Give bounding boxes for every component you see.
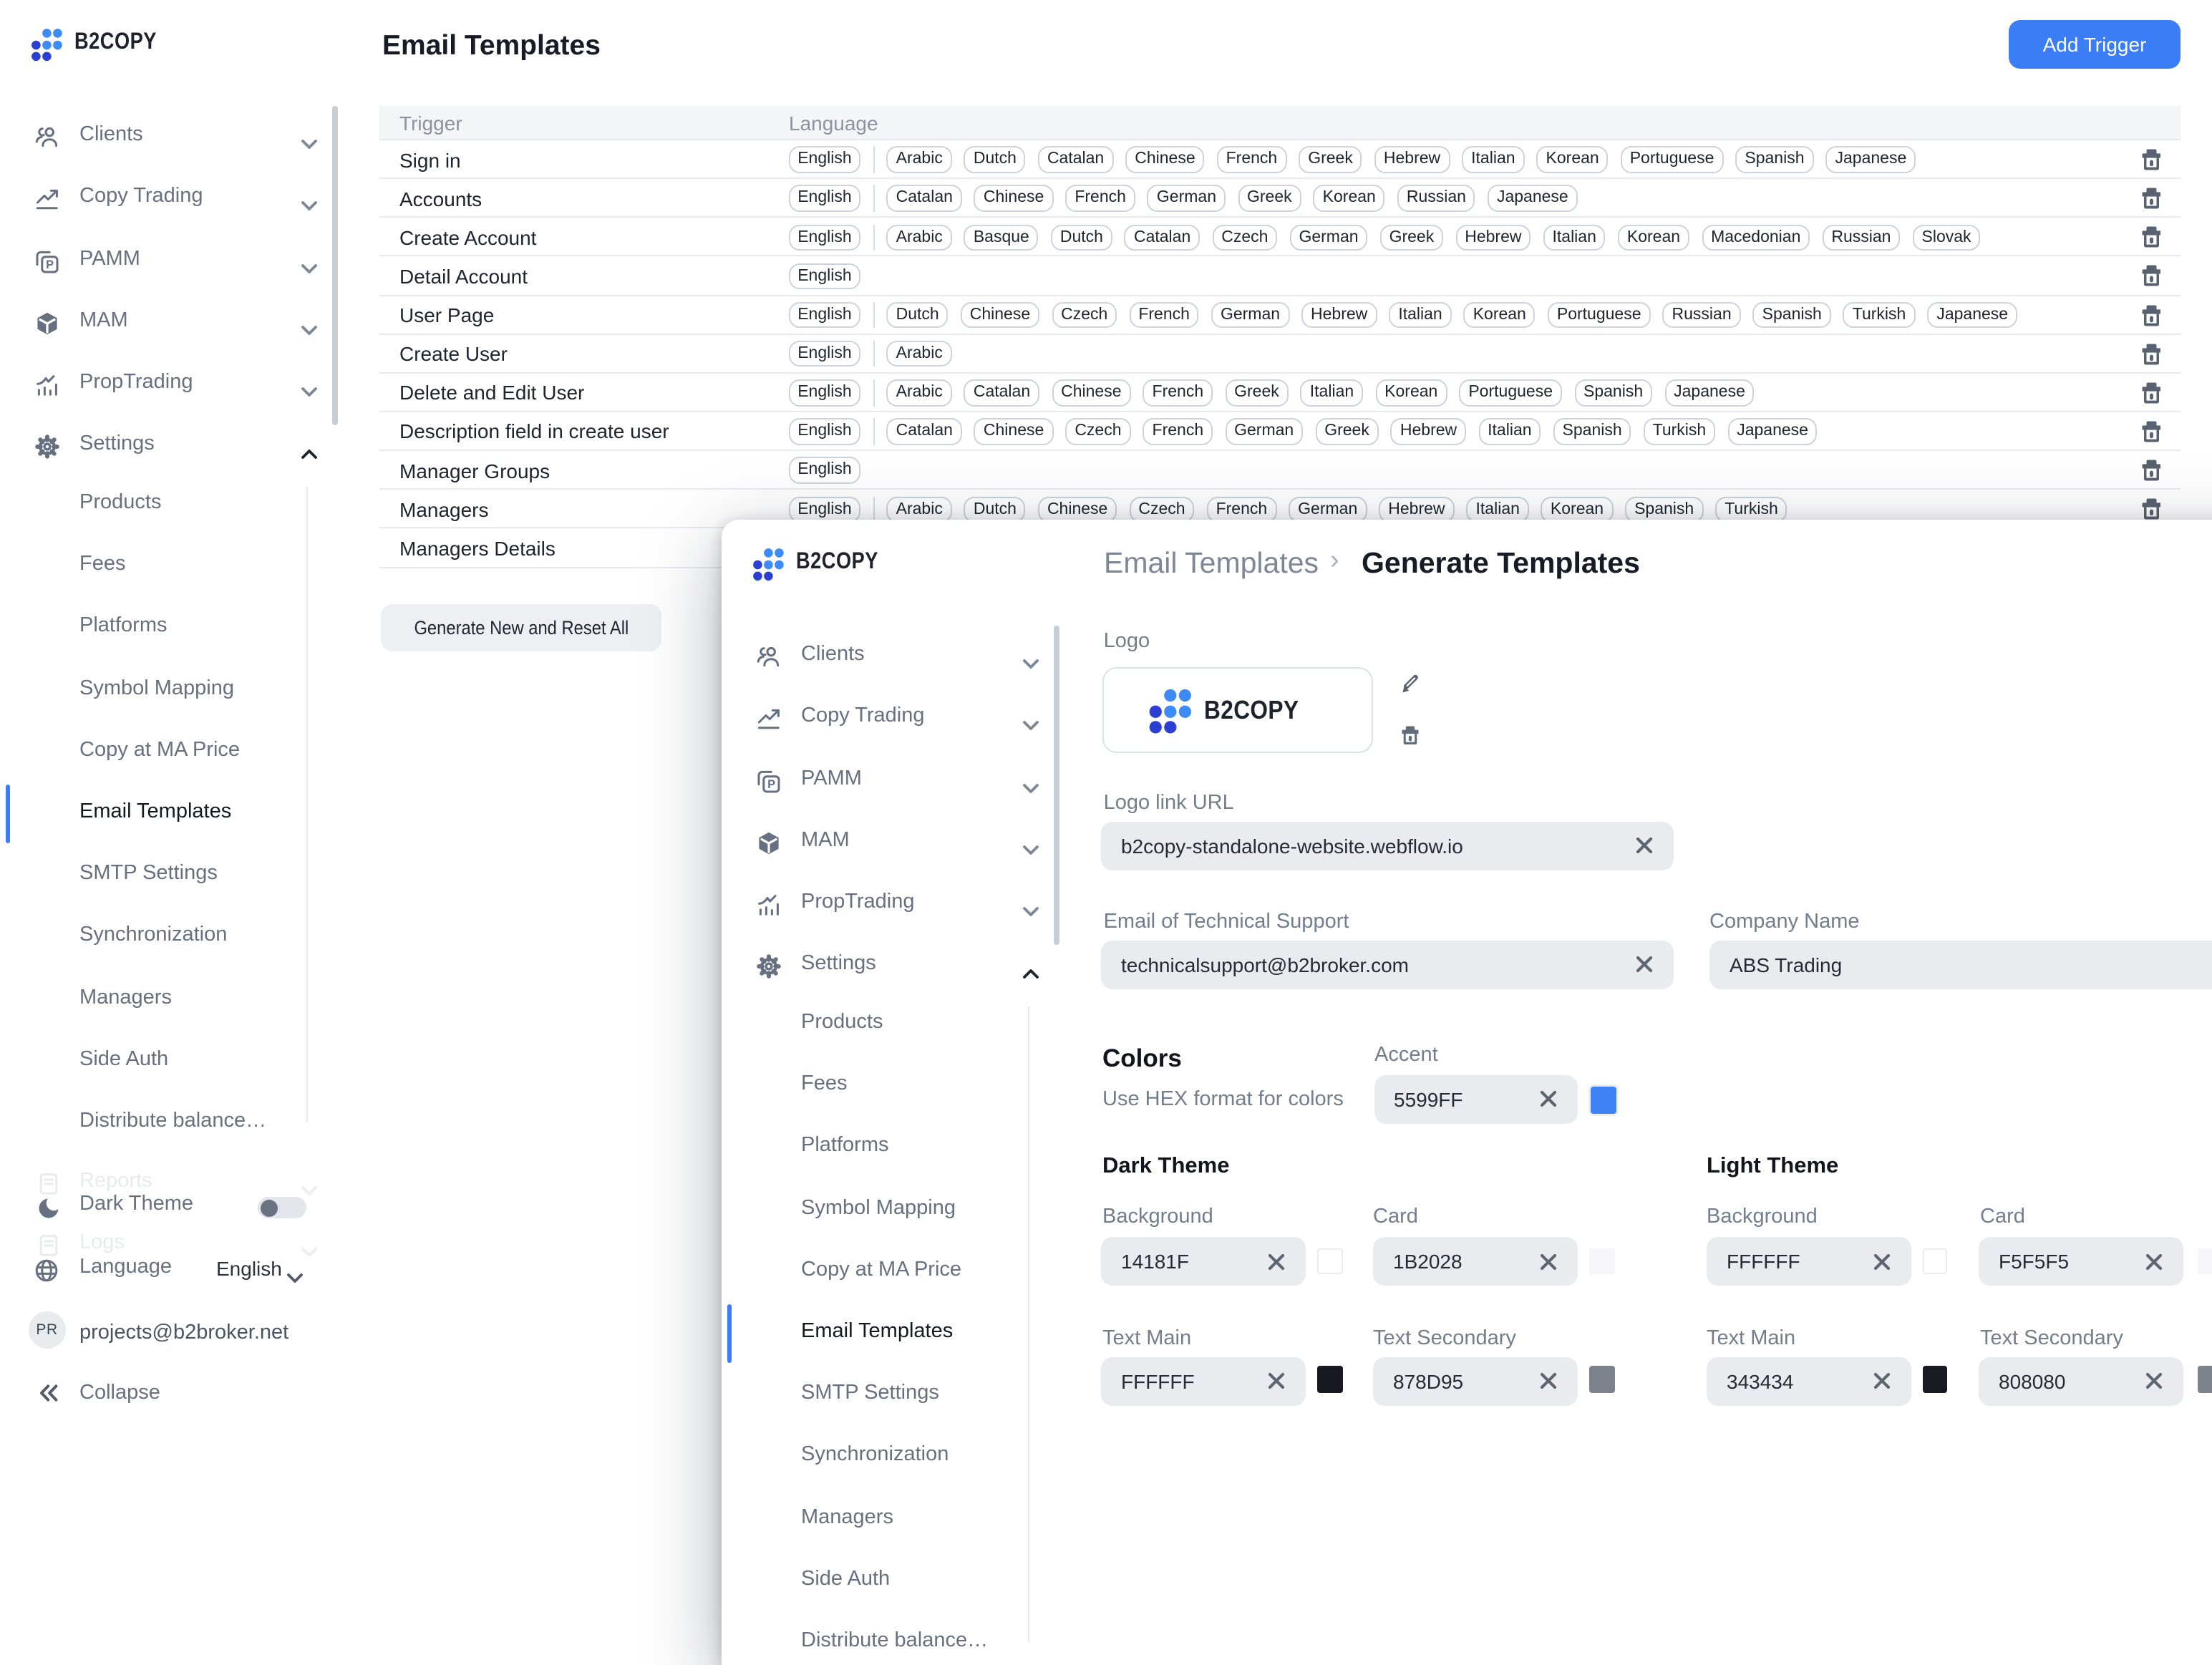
svg-text:P: P: [767, 777, 775, 790]
svg-text:P: P: [46, 258, 54, 271]
